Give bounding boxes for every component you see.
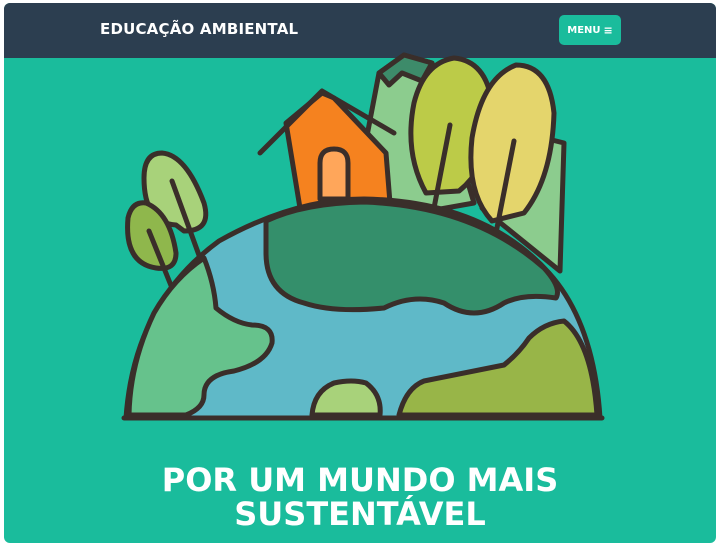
headline-line-1: POR UM MUNDO MAIS: [161, 461, 559, 499]
hero-headline: POR UM MUNDO MAIS SUSTENTÁVEL: [4, 463, 716, 531]
headline-line-2: SUSTENTÁVEL: [234, 495, 486, 533]
page-frame: EDUCAÇÃO AMBIENTAL MENU ≡ POR UM MUNDO M…: [4, 3, 716, 543]
